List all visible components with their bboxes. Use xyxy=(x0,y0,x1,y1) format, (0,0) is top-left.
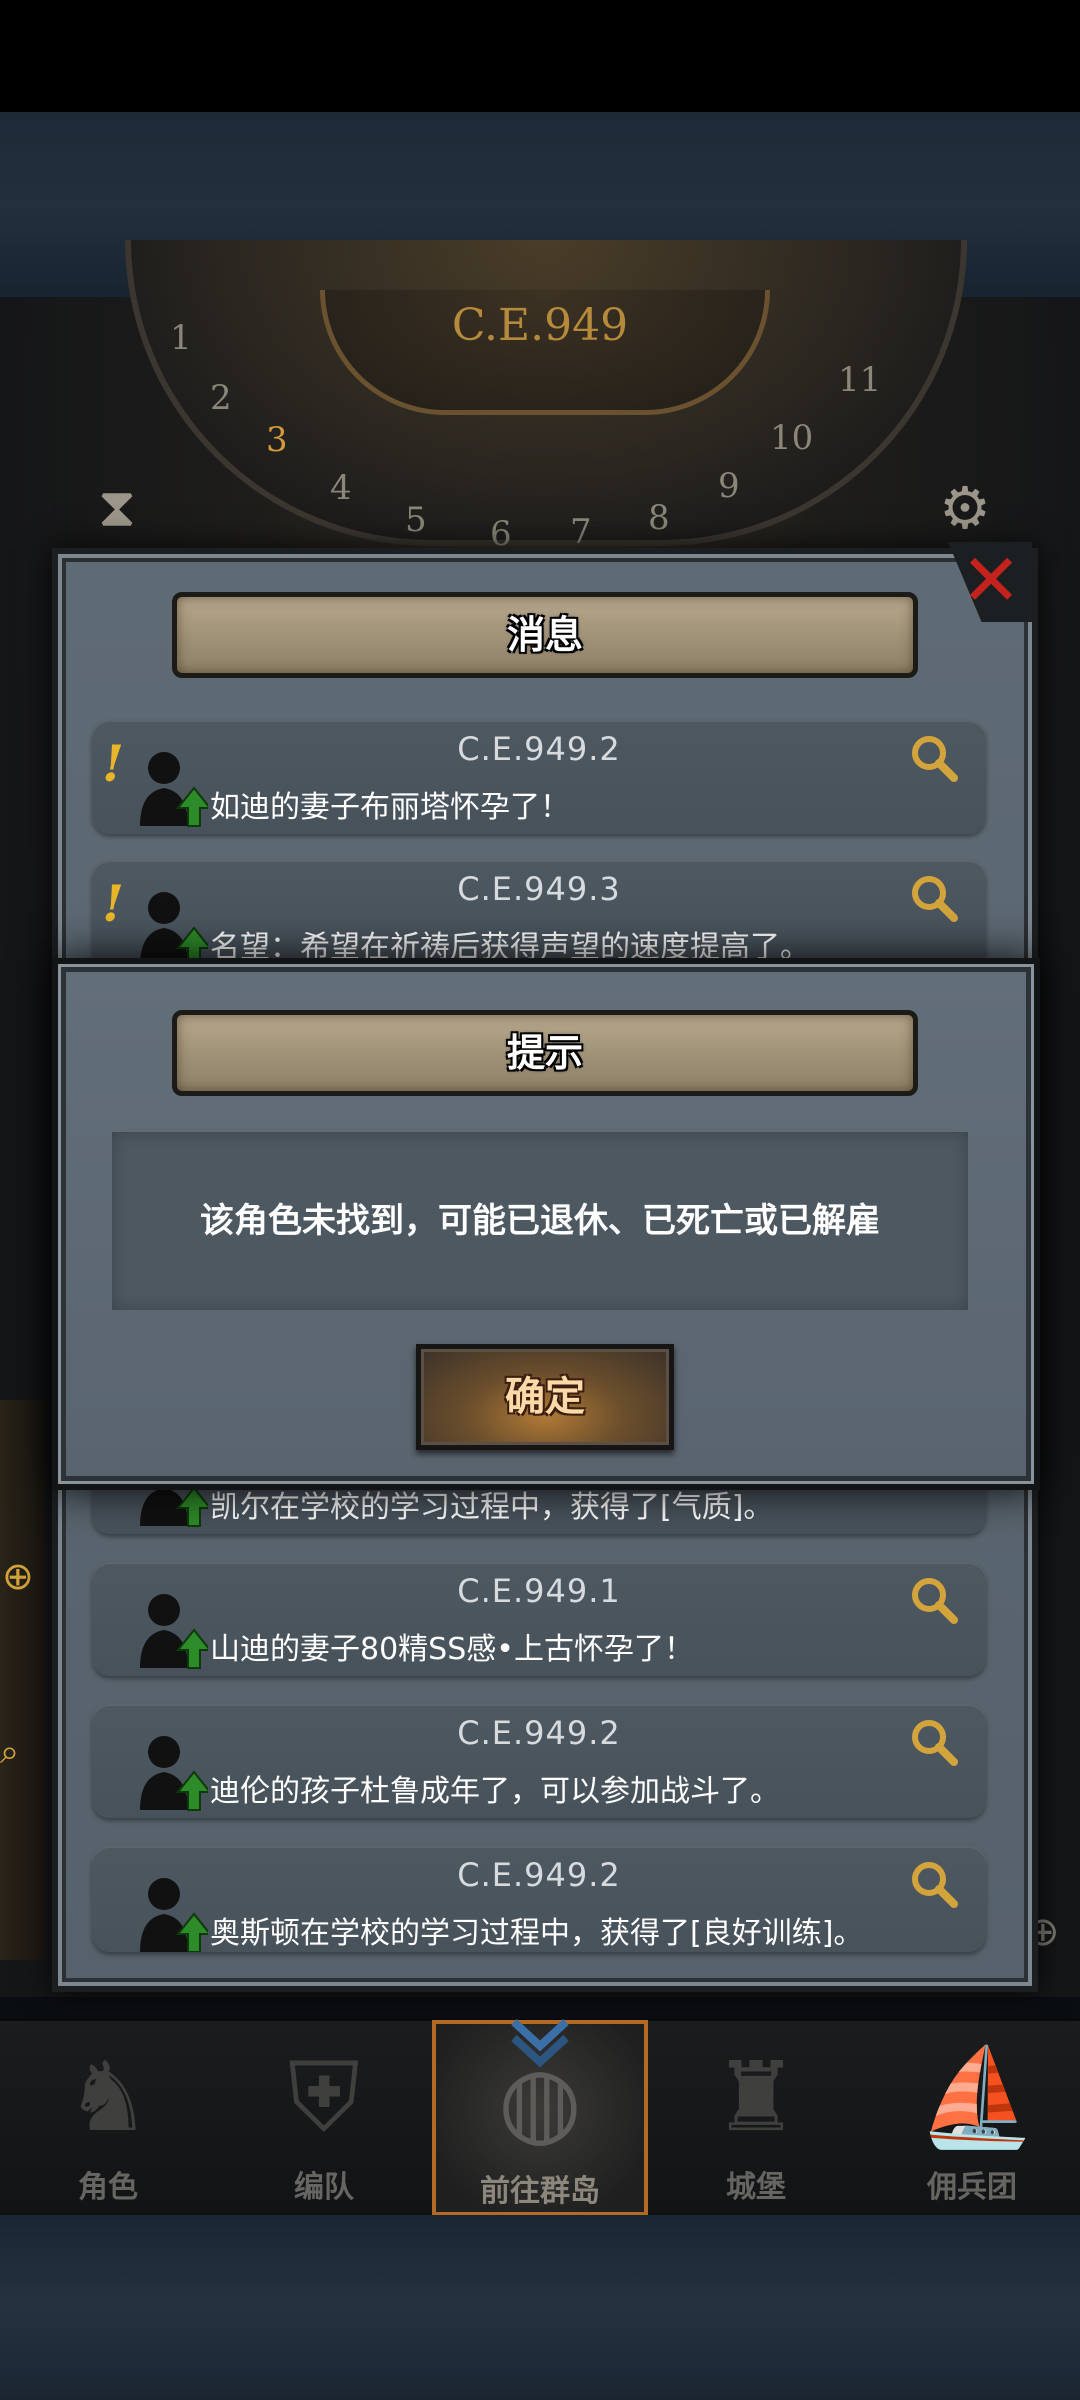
nav-item-label: 编队 xyxy=(294,2170,354,2205)
list-item[interactable]: C.E.949.1 山迪的妻子80精SS感•上古怀孕了！ xyxy=(92,1562,986,1676)
nav-item-character[interactable]: ♞ 角色 xyxy=(0,2020,216,2216)
dial-number: 10 xyxy=(770,418,814,458)
message-text: 如迪的妻子布丽塔怀孕了！ xyxy=(210,790,570,825)
dial-number: 9 xyxy=(718,466,740,506)
magnifier-icon[interactable] xyxy=(908,1716,960,1768)
nav-item-formation[interactable]: ⛨ 编队 xyxy=(216,2020,432,2216)
dial-number: 4 xyxy=(330,468,352,508)
message-text: 山迪的妻子80精SS感•上古怀孕了！ xyxy=(210,1632,694,1667)
knight-icon: ♞ xyxy=(64,2041,152,2153)
nav-item-label: 角色 xyxy=(78,2170,138,2205)
left-side-strip xyxy=(0,1400,46,1960)
bottom-frame-band xyxy=(0,2215,1080,2400)
dial-number: 5 xyxy=(405,500,427,540)
message-date: C.E.949.2 xyxy=(457,730,621,768)
dial-number: 7 xyxy=(570,512,592,552)
close-icon[interactable]: ✕ xyxy=(955,544,1027,616)
dial-number: 8 xyxy=(648,498,670,538)
castle-icon: ♜ xyxy=(712,2041,800,2153)
magnifier-icon[interactable] xyxy=(908,732,960,784)
message-date: C.E.949.2 xyxy=(457,1856,621,1894)
message-panel-title-banner: 消息 xyxy=(172,592,918,678)
gear-icon[interactable]: ⚙ xyxy=(935,478,995,538)
message-panel-title: 消息 xyxy=(506,613,583,657)
confirm-button[interactable]: 确定 xyxy=(416,1344,674,1450)
status-bar-area xyxy=(0,0,1080,112)
game-screen: C.E.949 1 2 3 4 5 6 7 8 9 10 11 ⧗ ⚙ ⊕ ⌕ … xyxy=(0,0,1080,2400)
nav-item-label: 前往群岛 xyxy=(480,2174,600,2209)
target-icon[interactable]: ⊕ xyxy=(2,1556,42,1596)
team-icon: ⛨ xyxy=(288,2041,360,2153)
ship-icon: ⛵ xyxy=(917,2041,1037,2153)
magnifier-icon[interactable] xyxy=(908,872,960,924)
list-item[interactable]: C.E.949.2 迪伦的孩子杜鲁成年了，可以参加战斗了。 xyxy=(92,1704,986,1818)
dial-number: 2 xyxy=(210,378,232,418)
search-icon[interactable]: ⌕ xyxy=(0,1730,44,1774)
nav-item-mercenary[interactable]: ⛵ 佣兵团 xyxy=(864,2020,1080,2216)
dialog-title: 提示 xyxy=(506,1031,583,1075)
message-date: C.E.949.3 xyxy=(457,870,621,908)
magnifier-icon[interactable] xyxy=(908,1858,960,1910)
confirm-button-label: 确定 xyxy=(505,1374,585,1420)
message-date: C.E.949.2 xyxy=(457,1714,621,1752)
nav-item-castle[interactable]: ♜ 城堡 xyxy=(648,2020,864,2216)
list-item[interactable]: ! C.E.949.3 名望：希望在祈祷后获得声望的速度提高了。 xyxy=(92,860,986,974)
message-date: C.E.949.1 xyxy=(457,1572,621,1610)
list-item[interactable]: C.E.949.2 奥斯顿在学校的学习过程中，获得了[良好训练]。 xyxy=(92,1846,986,1952)
dial-number: 11 xyxy=(838,360,882,400)
dialog-message: 该角色未找到，可能已退休、已死亡或已解雇 xyxy=(200,1201,880,1241)
message-text: 迪伦的孩子杜鲁成年了，可以参加战斗了。 xyxy=(210,1774,780,1809)
dialog-title-banner: 提示 xyxy=(172,1010,918,1096)
dial-number: 1 xyxy=(170,318,192,358)
chevron-down-icon xyxy=(511,2019,569,2068)
list-item[interactable]: ! C.E.949.2 如迪的妻子布丽塔怀孕了！ xyxy=(92,720,986,834)
dial-number: 3 xyxy=(266,420,288,460)
magnifier-icon[interactable] xyxy=(908,1574,960,1626)
nav-item-label: 城堡 xyxy=(726,2170,786,2205)
hourglass-icon[interactable]: ⧗ xyxy=(92,478,142,538)
message-text: 奥斯顿在学校的学习过程中，获得了[良好训练]。 xyxy=(210,1916,864,1951)
era-label: C.E.949 xyxy=(451,300,629,351)
nav-item-label: 佣兵团 xyxy=(927,2170,1017,2205)
dialog-message-box: 该角色未找到，可能已退休、已死亡或已解雇 xyxy=(112,1132,968,1310)
